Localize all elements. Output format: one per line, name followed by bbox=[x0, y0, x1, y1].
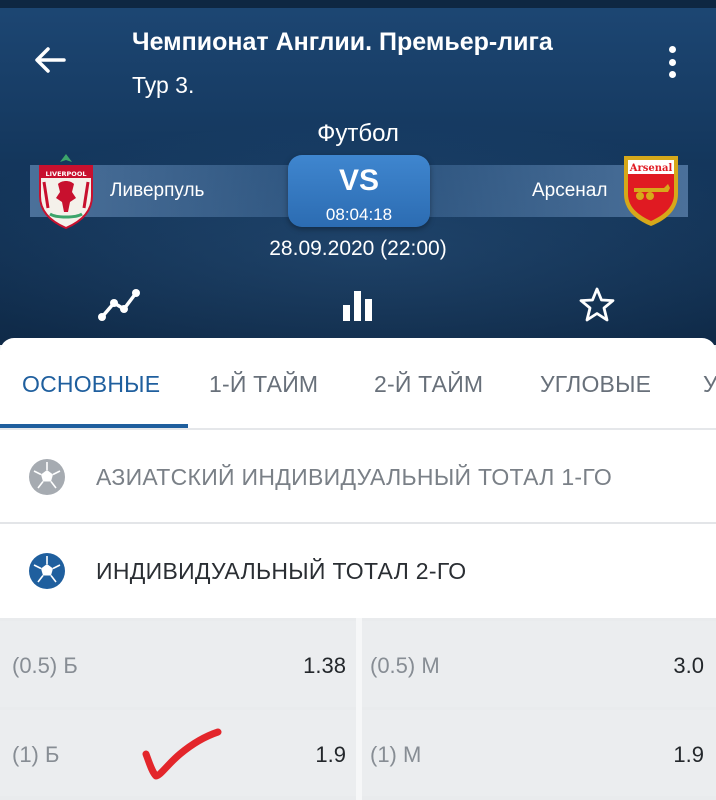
arsenal-crest-icon: Arsenal bbox=[620, 152, 682, 228]
round-label: Тур 3. bbox=[132, 72, 195, 98]
match-header: Чемпионат Англии. Премьер-лига Тур 3. Фу… bbox=[0, 0, 716, 345]
vs-box: VS 08:04:18 bbox=[288, 155, 430, 227]
tab-second-half[interactable]: 2-Й ТАЙМ bbox=[374, 338, 483, 428]
market-group-label: ИНДИВИДУАЛЬНЫЙ ТОТАЛ 2-ГО bbox=[96, 558, 467, 584]
odd-name: (0.5) Б bbox=[12, 653, 78, 678]
star-icon[interactable] bbox=[574, 285, 620, 325]
status-strip bbox=[0, 0, 716, 8]
more-vert-icon[interactable] bbox=[660, 42, 684, 82]
stats-line-icon[interactable] bbox=[96, 285, 142, 325]
column-divider bbox=[356, 618, 362, 800]
odd-value: 1.9 bbox=[673, 742, 704, 767]
back-arrow-icon bbox=[35, 47, 66, 73]
odds-grid: (0.5) Б 1.38 (0.5) М 3.0 (1) Б 1.9 (1) М… bbox=[0, 618, 716, 800]
home-team-name: Ливерпуль bbox=[110, 180, 205, 201]
tab-first-half[interactable]: 1-Й ТАЙМ bbox=[209, 338, 318, 428]
odd-name: (1) М bbox=[370, 742, 422, 767]
match-date: 28.09.2020 (22:00) bbox=[269, 237, 447, 260]
championship-title: Чемпионат Англии. Премьер-лига bbox=[132, 28, 553, 56]
tab-main[interactable]: ОСНОВНЫЕ bbox=[22, 338, 160, 428]
crest-text-arsenal: Arsenal bbox=[629, 163, 673, 174]
active-tab-indicator bbox=[0, 424, 188, 428]
soccer-ball-icon bbox=[29, 459, 65, 495]
betting-card: ОСНОВНЫЕ 1-Й ТАЙМ 2-Й ТАЙМ УГЛОВЫЕ У АЗИ… bbox=[0, 338, 716, 800]
vs-label: VS bbox=[338, 164, 380, 197]
bar-chart-icon[interactable] bbox=[335, 285, 381, 325]
odd-name: (0.5) М bbox=[370, 653, 440, 678]
market-group-asian-total-1[interactable]: АЗИАТСКИЙ ИНДИВИДУАЛЬНЫЙ ТОТАЛ 1-ГО bbox=[0, 430, 716, 524]
away-team-name: Арсенал bbox=[532, 180, 608, 201]
odd-over-0-5[interactable]: (0.5) Б 1.38 bbox=[0, 621, 356, 707]
odd-value: 1.9 bbox=[315, 742, 346, 767]
market-group-label: АЗИАТСКИЙ ИНДИВИДУАЛЬНЫЙ ТОТАЛ 1-ГО bbox=[96, 464, 613, 490]
soccer-ball-icon bbox=[29, 553, 65, 589]
odd-name: (1) Б bbox=[12, 742, 60, 767]
crest-text-liverpool: LIVERPOOL bbox=[46, 170, 87, 178]
market-tabs: ОСНОВНЫЕ 1-Й ТАЙМ 2-Й ТАЙМ УГЛОВЫЕ У bbox=[0, 338, 716, 430]
countdown-timer: 08:04:18 bbox=[325, 205, 393, 224]
odd-value: 3.0 bbox=[673, 653, 704, 678]
odd-under-0-5[interactable]: (0.5) М 3.0 bbox=[362, 621, 716, 707]
liverpool-crest-icon: LIVERPOOL bbox=[36, 152, 96, 230]
red-checkmark-icon bbox=[142, 728, 222, 780]
tab-corners[interactable]: УГЛОВЫЕ bbox=[540, 338, 651, 428]
sport-label: Футбол bbox=[317, 120, 399, 147]
odd-value: 1.38 bbox=[303, 653, 346, 678]
tab-more[interactable]: У bbox=[703, 338, 716, 428]
market-group-individual-total-2[interactable]: ИНДИВИДУАЛЬНЫЙ ТОТАЛ 2-ГО bbox=[0, 524, 716, 618]
back-button[interactable] bbox=[30, 40, 70, 80]
odd-under-1[interactable]: (1) М 1.9 bbox=[362, 710, 716, 796]
